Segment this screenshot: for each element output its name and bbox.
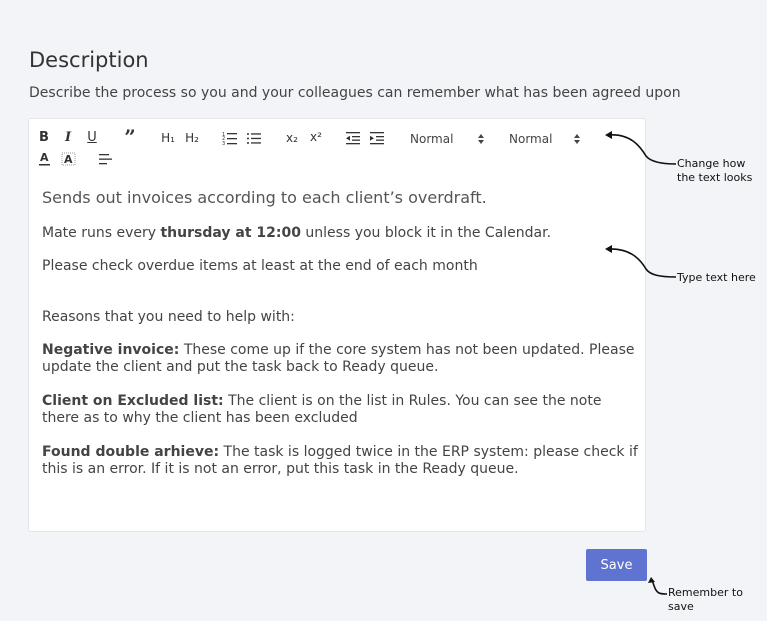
editor-content[interactable]: Sends out invoices according to each cli… (42, 189, 642, 478)
ordered-list-icon: 1 2 3 (222, 132, 237, 147)
bold-button[interactable]: B (38, 129, 50, 147)
svg-text:A: A (40, 151, 49, 164)
svg-text:3: 3 (222, 141, 225, 147)
content-note: Type text here (677, 271, 756, 284)
toolbar-note-arrow (605, 131, 677, 165)
reason-item: Negative invoice: These come up if the c… (42, 342, 635, 375)
outdent-button[interactable] (345, 129, 361, 147)
indent-icon (370, 132, 384, 145)
blockquote-button[interactable]: ” (122, 127, 138, 147)
select-arrows-icon (478, 134, 484, 144)
heading-select[interactable]: Normal (509, 130, 587, 148)
editor-toolbar: B I U ” H₁ H₂ 1 2 3 x₂ x² Normal Normal … (29, 119, 645, 175)
superscript-button[interactable]: x² (307, 128, 325, 146)
svg-text:A: A (64, 153, 73, 166)
text-color-button[interactable]: A (38, 150, 52, 168)
save-note: Remember to save (668, 586, 743, 613)
content-line: Reasons that you need to help with: (42, 309, 295, 325)
page-title: Description (29, 48, 149, 72)
save-button[interactable]: Save (586, 549, 647, 581)
align-left-icon (99, 154, 112, 165)
content-line: Please check overdue items at least at t… (42, 258, 478, 274)
align-button[interactable] (98, 150, 114, 168)
font-size-select[interactable]: Normal (410, 130, 488, 148)
reason-item: Client on Excluded list: The client is o… (42, 393, 602, 426)
ordered-list-button[interactable]: 1 2 3 (222, 129, 238, 147)
font-size-value: Normal (410, 132, 454, 146)
save-note-arrow (648, 577, 668, 595)
background-color-button[interactable]: A (61, 150, 77, 168)
highlight-icon: A (61, 152, 76, 166)
bullet-list-icon (247, 133, 261, 144)
content-heading: Sends out invoices according to each cli… (42, 188, 487, 207)
italic-button[interactable]: I (62, 129, 74, 147)
toolbar-note: Change how the text looks (677, 157, 753, 184)
reason-item: Found double arhieve: The task is logged… (42, 444, 638, 477)
indent-button[interactable] (369, 129, 385, 147)
outdent-icon (346, 132, 360, 145)
page-subtitle: Describe the process so you and your col… (29, 85, 681, 101)
select-arrows-icon (574, 134, 580, 144)
h1-button[interactable]: H₁ (159, 129, 177, 147)
content-note-arrow (605, 245, 677, 278)
subscript-button[interactable]: x₂ (283, 129, 301, 147)
content-line: Mate runs every thursday at 12:00 unless… (42, 225, 552, 241)
rich-text-editor[interactable]: B I U ” H₁ H₂ 1 2 3 x₂ x² Normal Normal … (28, 118, 646, 532)
underline-button[interactable]: U (86, 129, 98, 147)
bullet-list-button[interactable] (246, 129, 262, 147)
heading-value: Normal (509, 132, 553, 146)
text-color-icon: A (39, 151, 50, 166)
h2-button[interactable]: H₂ (183, 129, 201, 147)
